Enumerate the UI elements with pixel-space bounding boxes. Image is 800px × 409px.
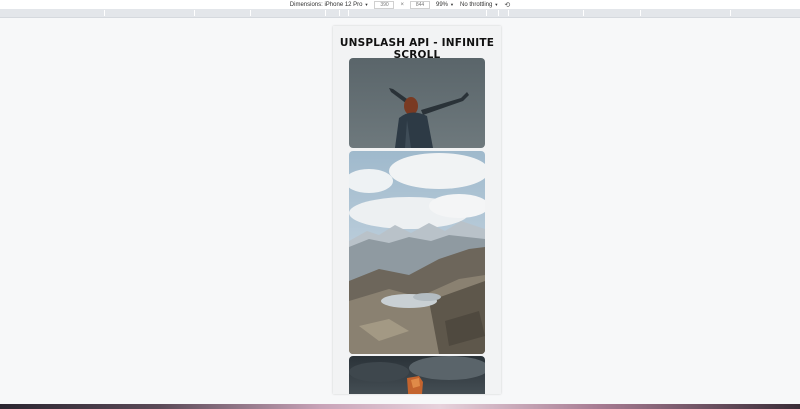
ruler-tick <box>104 10 105 16</box>
photo-card[interactable] <box>349 356 485 394</box>
zoom-label: 99% <box>436 1 449 8</box>
ruler-tick <box>498 10 499 16</box>
photo-mountain-lake-landscape <box>349 151 485 354</box>
ruler-tick <box>583 10 584 16</box>
zoom-caret-icon: ▼ <box>450 2 454 7</box>
ruler-tick <box>730 10 731 16</box>
taskbar-strip <box>0 404 800 409</box>
photo-card[interactable] <box>349 151 485 354</box>
height-input[interactable]: 844 <box>410 0 430 9</box>
photo-rock-formation-cloudy-sky <box>349 356 485 394</box>
ruler-tick <box>348 10 349 16</box>
photo-card[interactable] <box>349 58 485 148</box>
dimensions-label: Dimensions: iPhone 12 Pro <box>289 1 363 8</box>
photo-woman-arms-raised <box>349 58 485 148</box>
ruler-tick <box>339 10 340 16</box>
width-input[interactable]: 390 <box>374 0 395 9</box>
throttle-caret-icon: ▼ <box>494 2 499 7</box>
dimensions-select[interactable]: Dimensions: iPhone 12 Pro ▼ <box>290 2 369 8</box>
ruler-tick <box>325 10 326 16</box>
ruler-tick <box>640 10 641 16</box>
rotate-icon[interactable]: ⟲ <box>504 1 510 9</box>
ruler-tick <box>486 10 487 16</box>
ruler-tick <box>194 10 195 16</box>
times-sign: × <box>400 1 404 8</box>
throttle-select[interactable]: No throttling ▼ <box>460 2 498 8</box>
media-query-ruler[interactable] <box>0 9 800 18</box>
ruler-tick <box>508 10 509 16</box>
throttle-label: No throttling <box>459 1 493 8</box>
dimensions-caret-icon: ▼ <box>364 2 369 7</box>
device-toolbar: Dimensions: iPhone 12 Pro ▼ 390 × 844 99… <box>0 0 800 9</box>
zoom-select[interactable]: 99% ▼ <box>436 2 454 8</box>
device-viewport: UNSPLASH API - INFINITE SCROLL <box>333 26 501 394</box>
ruler-tick <box>250 10 251 16</box>
